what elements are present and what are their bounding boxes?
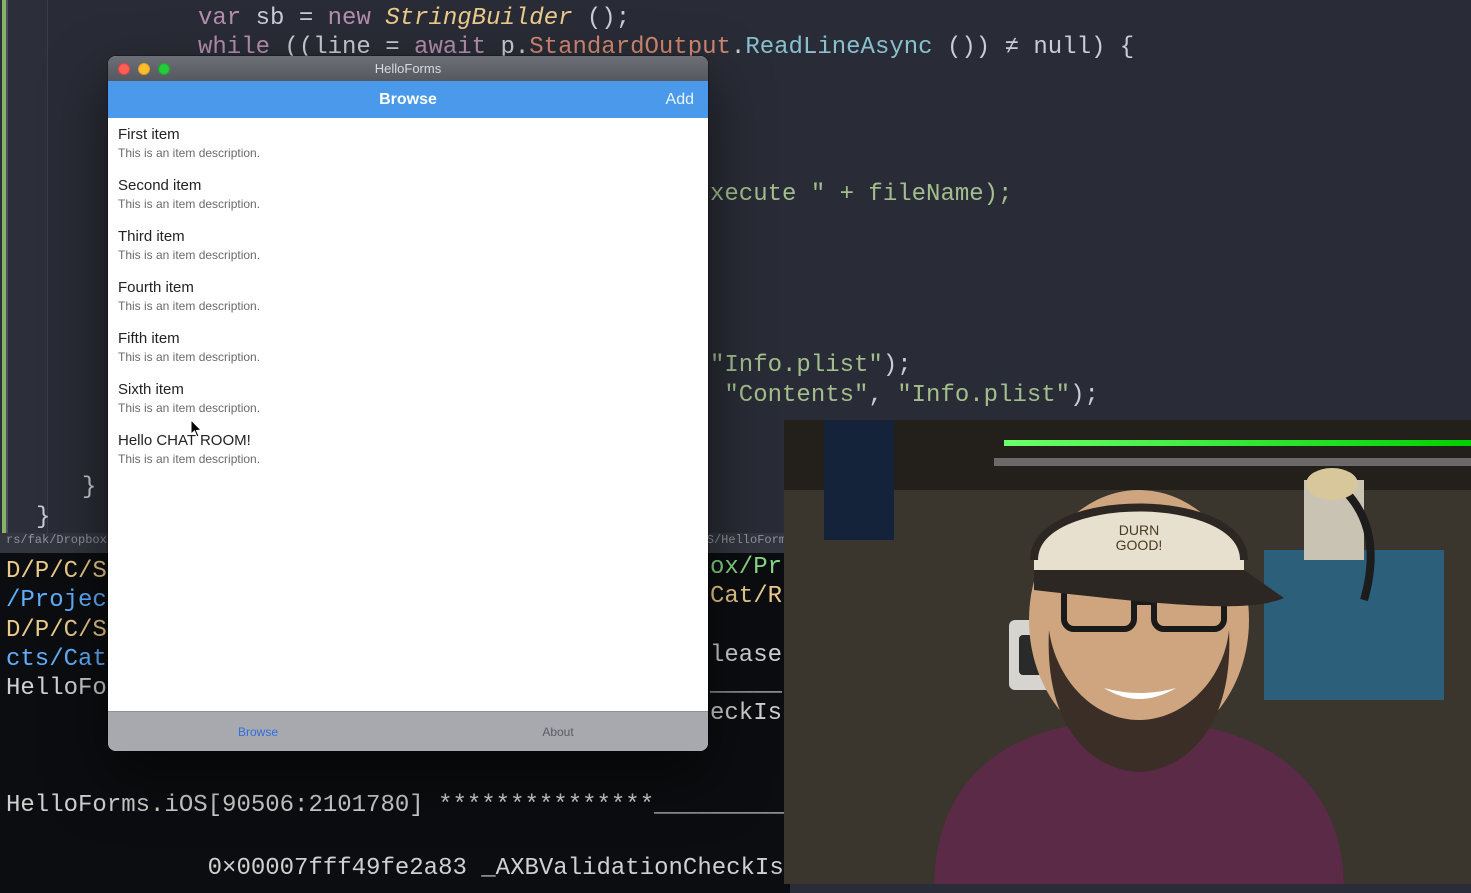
nav-title: Browse: [379, 91, 437, 109]
list-item[interactable]: Fifth item This is an item description.: [108, 322, 708, 373]
list-item-title: First item: [118, 126, 698, 143]
code-block: var sb = new StringBuilder (); while ((l…: [48, 4, 1471, 63]
list-item-desc: This is an item description.: [118, 401, 698, 415]
app-window: HelloForms Browse Add First item This is…: [108, 56, 708, 751]
breadcrumb-segment: rs/fak/Dropbox/P: [6, 533, 121, 547]
list-item-title: Third item: [118, 228, 698, 245]
breadcrumb-segment: OS/HelloForm: [700, 533, 786, 547]
output-line: 0×00007fff49fe2a83 _AXBValidationCheckIs: [6, 853, 790, 884]
list-item-desc: This is an item description.: [118, 350, 698, 364]
svg-text:GOOD!: GOOD!: [1116, 537, 1163, 553]
code-brace: }: [36, 504, 50, 531]
add-button[interactable]: Add: [666, 91, 694, 109]
list-item-title: Sixth item: [118, 381, 698, 398]
minimize-icon[interactable]: [138, 63, 150, 75]
list-item-title: Fifth item: [118, 330, 698, 347]
list-item[interactable]: Hello CHAT ROOM! This is an item descrip…: [108, 424, 708, 475]
code-fragment-right: xecute " + fileName); "Info.plist"); "Co…: [710, 180, 1471, 410]
list-item-desc: This is an item description.: [118, 299, 698, 313]
webcam-overlay: DURN GOOD!: [784, 420, 1471, 884]
svg-text:DURN: DURN: [1119, 522, 1159, 538]
code-brace: }: [82, 474, 96, 501]
tab-browse[interactable]: Browse: [108, 712, 408, 751]
gutter-change-marker: [2, 0, 6, 540]
terminal-output: HelloForms.iOS[90506:2101780] **********…: [0, 790, 790, 884]
list-item[interactable]: First item This is an item description.: [108, 118, 708, 169]
list-item-desc: This is an item description.: [118, 452, 698, 466]
list-item[interactable]: Third item This is an item description.: [108, 220, 708, 271]
list-item-title: Second item: [118, 177, 698, 194]
item-list[interactable]: First item This is an item description. …: [108, 118, 708, 711]
window-title: HelloForms: [108, 61, 708, 76]
list-item-title: Fourth item: [118, 279, 698, 296]
list-item[interactable]: Fourth item This is an item description.: [108, 271, 708, 322]
list-item[interactable]: Second item This is an item description.: [108, 169, 708, 220]
list-item-desc: This is an item description.: [118, 248, 698, 262]
list-item-desc: This is an item description.: [118, 146, 698, 160]
traffic-lights: [118, 63, 170, 75]
list-item[interactable]: Sixth item This is an item description.: [108, 373, 708, 424]
maximize-icon[interactable]: [158, 63, 170, 75]
list-item-desc: This is an item description.: [118, 197, 698, 211]
terminal-fragment: ox/Pr Cat/R lease, _____ eckIs: [710, 553, 790, 729]
code-line-1: var sb = new StringBuilder ();: [198, 4, 1471, 33]
close-icon[interactable]: [118, 63, 130, 75]
tab-bar: Browse About: [108, 711, 708, 751]
titlebar[interactable]: HelloForms: [108, 56, 708, 81]
output-line: HelloForms.iOS[90506:2101780] **********…: [6, 790, 790, 821]
nav-bar: Browse Add: [108, 81, 708, 118]
tab-about[interactable]: About: [408, 712, 708, 751]
list-item-title: Hello CHAT ROOM!: [118, 432, 698, 449]
